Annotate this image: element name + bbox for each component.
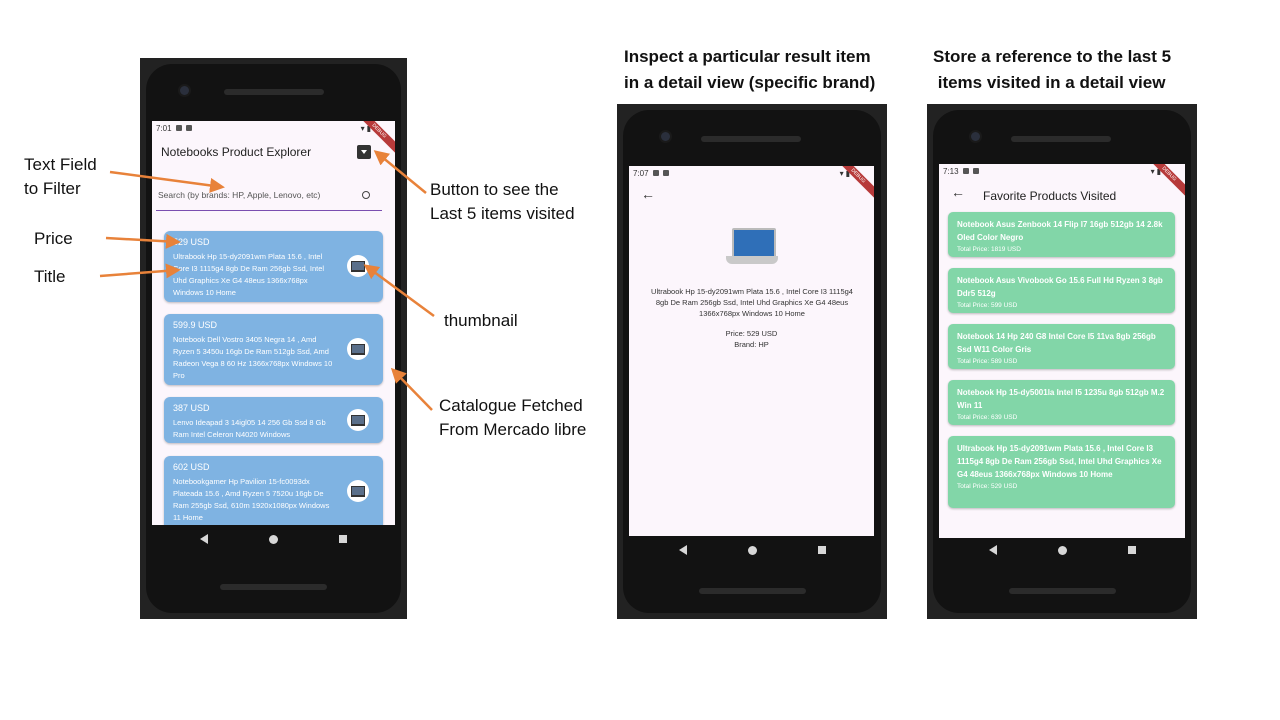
arrow-thumbnail [363, 264, 435, 318]
arrow-text-field [109, 170, 225, 193]
arrow-price [105, 233, 181, 249]
annotation-arrows [99, 150, 435, 411]
arrow-catalogue [390, 367, 433, 411]
arrow-button [373, 150, 427, 194]
arrow-title [99, 263, 181, 279]
